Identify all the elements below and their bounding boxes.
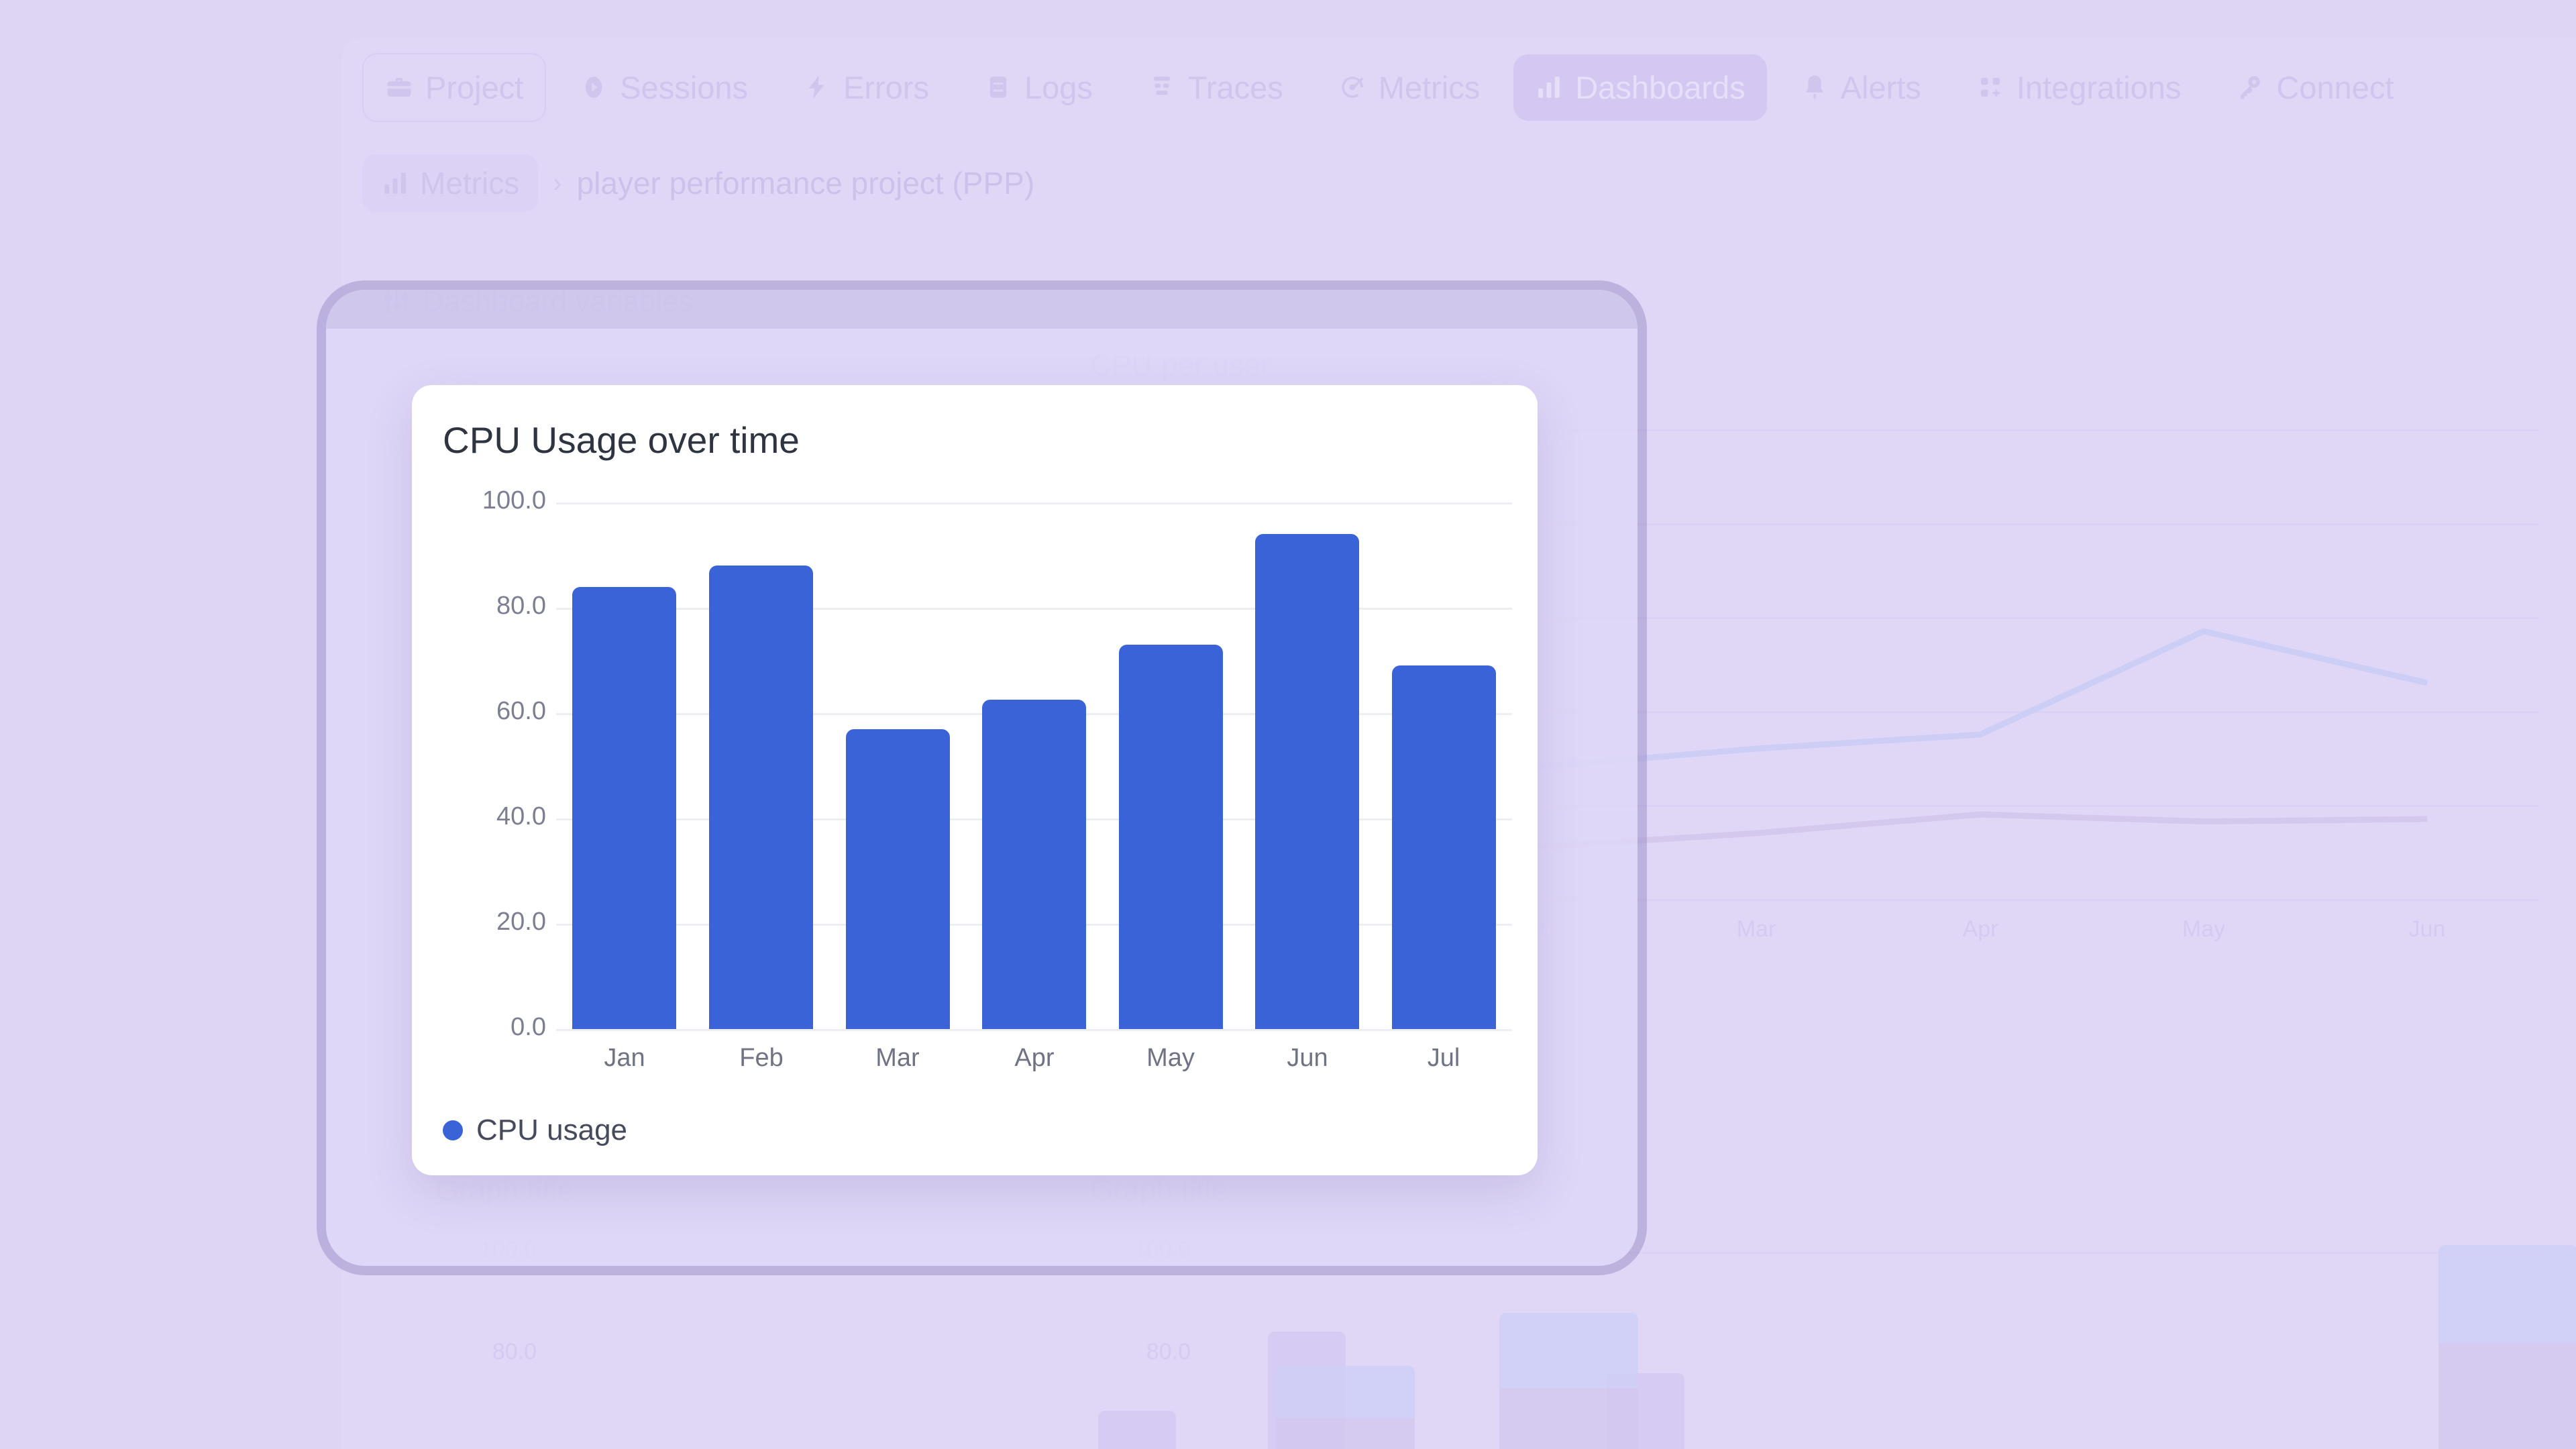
stacked-bar-segment[interactable] [1276,1418,1415,1449]
nav-item-project[interactable]: Project [362,53,546,122]
stacked-bar-segment[interactable] [2438,1245,2576,1343]
bar-may[interactable] [1119,645,1223,1029]
key-icon [2236,73,2264,101]
spotlight-variables-bar [326,290,1638,329]
gridline [556,1029,1512,1031]
nav-item-dashboards[interactable]: Dashboards [1513,54,1766,121]
bar-mar[interactable] [846,729,950,1029]
bar-apr[interactable] [982,700,1086,1029]
y-axis-tick-label: 100.0 [425,486,546,515]
y-axis-tick-label: 0.0 [425,1013,546,1042]
y-axis-tick-label: 80.0 [436,1339,537,1365]
chart-legend[interactable]: CPU usage [443,1114,627,1147]
nav-item-label: Connect [2276,69,2394,106]
breadcrumb-item-metrics[interactable]: Metrics [362,154,538,212]
gauge-icon [1338,73,1366,101]
bell-icon [1801,73,1829,101]
traces-icon [1148,73,1176,101]
breadcrumb-root-label: Metrics [420,165,519,201]
cpu-usage-chart-card[interactable]: CPU Usage over time 0.020.040.060.080.01… [412,385,1538,1175]
stacked-bar-segment[interactable] [1276,1366,1415,1418]
bar-chart-icon [1535,73,1563,101]
nav-item-label: Integrations [2017,69,2182,106]
gridline [556,608,1512,610]
y-axis-tick-label: 40.0 [425,802,546,831]
grid-plus-icon [1976,73,2004,101]
x-axis-tick-label: Mar [829,1044,966,1073]
legend-swatch [443,1120,463,1140]
x-axis-tick-label: May [1102,1044,1239,1073]
y-axis-tick-label: 20.0 [425,908,546,936]
nav-item-metrics[interactable]: Metrics [1317,54,1501,121]
nav-item-label: Errors [843,69,929,106]
nav-item-errors[interactable]: Errors [782,54,951,121]
nav-item-label: Traces [1188,69,1283,106]
y-axis-tick-label: 80.0 [425,592,546,621]
primary-navigation: Project Sessions Errors Logs Traces Metrics Da… [342,47,2415,127]
briefcase-icon [385,73,413,101]
stacked-bar-segment[interactable] [2438,1343,2576,1449]
bar-chart-icon [381,169,409,197]
bar-jun[interactable] [1255,534,1359,1029]
x-axis-tick-label: Feb [693,1044,830,1073]
logs-icon [984,73,1012,101]
bar-chart-plot: 0.020.040.060.080.0100.0JanFebMarAprMayJ… [412,385,1538,1175]
breadcrumb-current: player performance project (PPP) [577,165,1035,201]
x-axis-tick-label: Jun [1239,1044,1376,1073]
y-axis-tick-label: 60.0 [425,697,546,726]
bar-jan[interactable] [572,587,676,1029]
x-axis-tick-label: Jan [556,1044,693,1073]
nav-item-label: Logs [1024,69,1093,106]
nav-item-logs[interactable]: Logs [963,54,1114,121]
x-axis-tick-label: Jul [1375,1044,1512,1073]
gridline [556,502,1512,504]
legend-label: CPU usage [476,1114,627,1147]
breadcrumb-separator: › [549,168,566,199]
nav-item-alerts[interactable]: Alerts [1779,54,1943,121]
nav-item-label: Dashboards [1575,69,1745,106]
nav-item-label: Metrics [1379,69,1480,106]
nav-item-connect[interactable]: Connect [2214,54,2415,121]
stacked-bar-segment[interactable] [1499,1388,1638,1449]
nav-item-label: Project [425,69,523,106]
breadcrumb: Metrics › player performance project (PP… [362,154,1034,212]
bar-jul[interactable] [1392,665,1496,1029]
y-axis-tick-label: 80.0 [1090,1339,1191,1365]
bar-feb[interactable] [709,566,813,1029]
nav-item-label: Sessions [620,69,748,106]
bolt-icon [803,73,831,101]
app-root: Project Sessions Errors Logs Traces Metrics Da… [0,0,2576,1449]
stacked-bar-segment[interactable] [1499,1313,1638,1388]
x-axis-tick-label: Apr [966,1044,1103,1073]
nav-item-traces[interactable]: Traces [1126,54,1305,121]
play-icon [580,73,608,101]
nav-item-sessions[interactable]: Sessions [558,54,769,121]
nav-item-integrations[interactable]: Integrations [1955,54,2203,121]
nav-item-label: Alerts [1841,69,1921,106]
